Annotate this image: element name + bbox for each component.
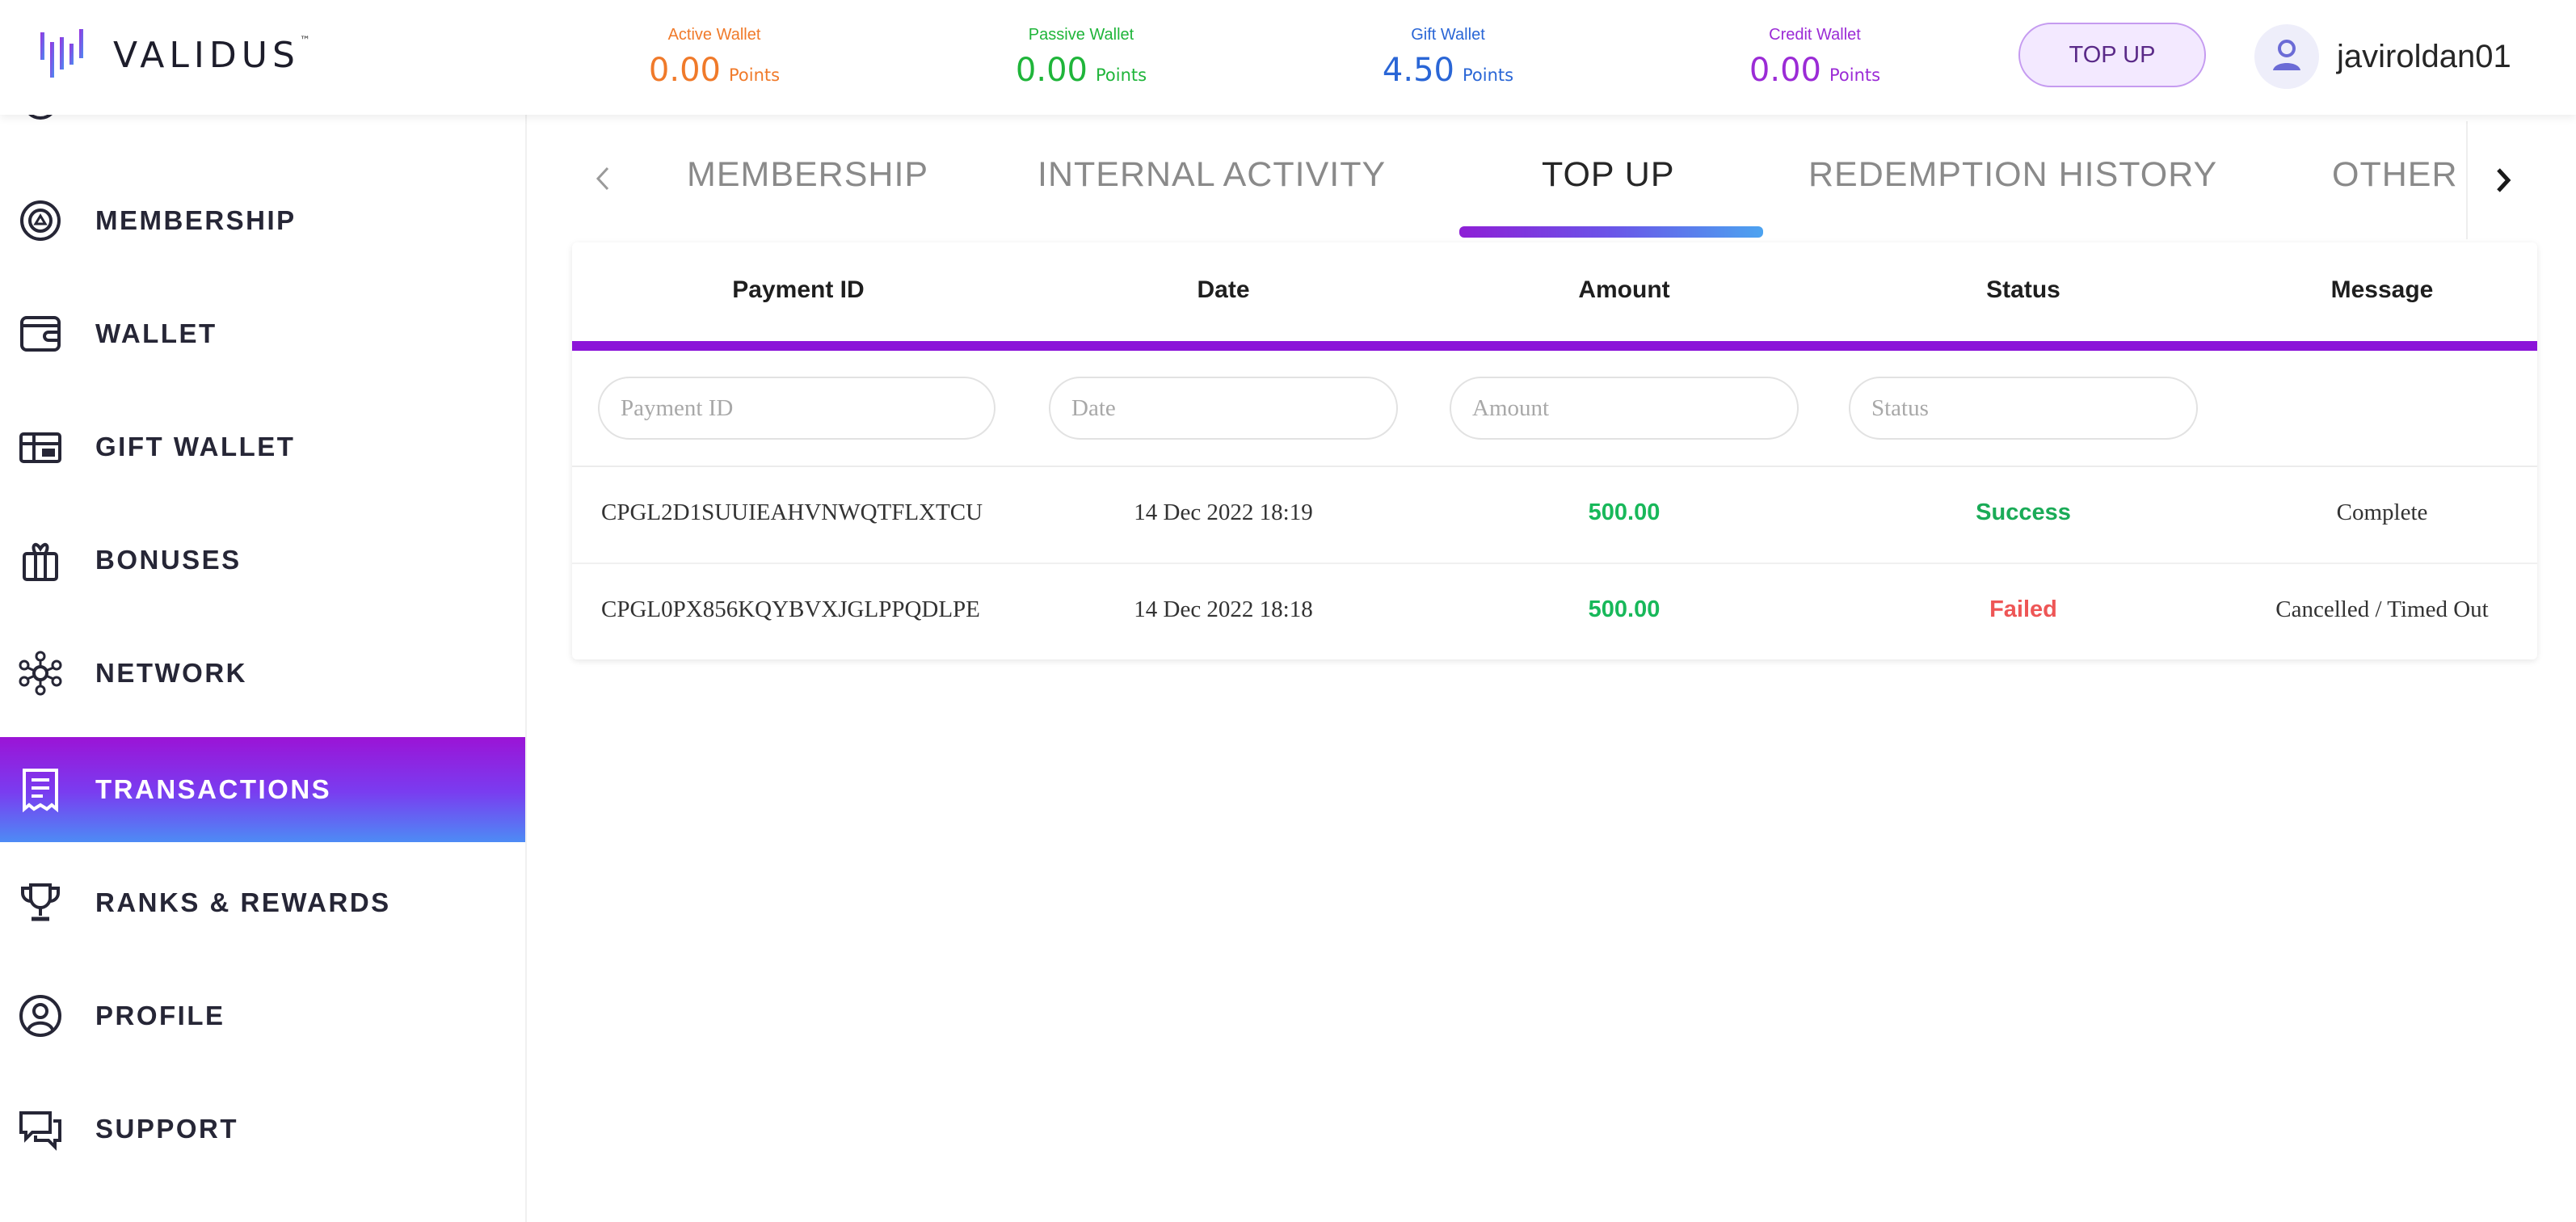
amount-cell: 500.00 bbox=[1588, 499, 1661, 525]
filter-row bbox=[572, 351, 2537, 467]
message-cell: Cancelled / Timed Out bbox=[2275, 596, 2489, 622]
tabs-scroll-right-button[interactable] bbox=[2466, 121, 2539, 239]
column-header-payment-id[interactable]: Payment ID bbox=[677, 276, 920, 304]
chat-support-icon bbox=[18, 1106, 63, 1152]
membership-icon bbox=[18, 198, 63, 243]
trademark: ™ bbox=[299, 34, 315, 47]
date-cell: 14 Dec 2022 18:19 bbox=[1134, 499, 1313, 525]
column-header-date[interactable]: Date bbox=[1102, 276, 1345, 304]
sidebar-item-label: GIFT WALLET bbox=[95, 432, 296, 461]
wallet-value-line: 0.00 Points bbox=[609, 52, 819, 94]
sidebar-item-label: MEMBERSHIP bbox=[95, 205, 297, 235]
message-cell: Complete bbox=[2336, 499, 2428, 525]
brand-name: VALIDUS™ bbox=[113, 34, 315, 76]
wallet-value-line: 0.00 Points bbox=[1710, 52, 1920, 94]
date-filter-input[interactable] bbox=[1049, 377, 1398, 440]
table-row[interactable]: CPGL2D1SUUIEAHVNWQTFLXTCU 14 Dec 2022 18… bbox=[572, 467, 2537, 564]
wallet-value: 0.00 bbox=[1015, 52, 1088, 89]
sidebar: MEMBERSHIP WALLET GIFT WALLET BONUSES NE… bbox=[0, 0, 527, 1222]
wallet-label: Passive Wallet bbox=[1028, 26, 1134, 44]
credit-wallet[interactable]: Credit Wallet 0.00 Points bbox=[1710, 24, 1920, 94]
sidebar-item-label: TRANSACTIONS bbox=[95, 774, 332, 804]
payment-id-cell: CPGL2D1SUUIEAHVNWQTFLXTCU bbox=[601, 499, 983, 525]
sidebar-item-label: NETWORK bbox=[95, 658, 247, 688]
wallet-label: Active Wallet bbox=[667, 26, 761, 44]
sidebar-item-label: PROFILE bbox=[95, 1001, 225, 1030]
username: javiroldan01 bbox=[2337, 38, 2511, 74]
brand-logo[interactable]: VALIDUS™ bbox=[37, 24, 315, 86]
sidebar-item-bonuses[interactable]: BONUSES bbox=[0, 508, 525, 613]
sidebar-item-wallet[interactable]: WALLET bbox=[0, 281, 525, 386]
amount-cell: 500.00 bbox=[1588, 596, 1661, 622]
network-icon bbox=[18, 651, 63, 696]
sidebar-item-transactions[interactable]: TRANSACTIONS bbox=[0, 737, 525, 842]
header-divider bbox=[572, 341, 2537, 351]
column-header-status[interactable]: Status bbox=[1902, 276, 2145, 304]
date-cell: 14 Dec 2022 18:18 bbox=[1134, 596, 1313, 622]
user-circle-icon bbox=[18, 993, 63, 1039]
table-row[interactable]: CPGL0PX856KQYBVXJGLPPQDLPE 14 Dec 2022 1… bbox=[572, 564, 2537, 659]
avatar bbox=[2254, 24, 2319, 89]
wallet-value: 0.00 bbox=[648, 52, 721, 89]
wallet-icon bbox=[18, 311, 63, 356]
amount-filter-input[interactable] bbox=[1450, 377, 1799, 440]
logo-mark-icon bbox=[40, 29, 83, 78]
gift-wallet[interactable]: Gift Wallet 4.50 Points bbox=[1343, 24, 1553, 94]
trophy-icon bbox=[18, 880, 63, 925]
sidebar-item-label: WALLET bbox=[95, 318, 217, 348]
user-icon bbox=[2273, 40, 2300, 70]
sidebar-item-profile[interactable]: PROFILE bbox=[0, 963, 525, 1068]
wallet-value-line: 4.50 Points bbox=[1343, 52, 1553, 94]
sidebar-item-label: SUPPORT bbox=[95, 1114, 239, 1144]
tab-internal-activity[interactable]: INTERNAL ACTIVITY bbox=[1038, 155, 1386, 195]
top-up-table: Payment ID Date Amount Status Message CP… bbox=[572, 242, 2537, 659]
wallet-unit: Points bbox=[1095, 65, 1147, 85]
sidebar-item-label: RANKS & REWARDS bbox=[95, 887, 391, 917]
top-header: VALIDUS™ Active Wallet 0.00 Points Passiv… bbox=[0, 0, 2576, 115]
tab-top-up[interactable]: TOP UP bbox=[1542, 155, 1675, 195]
chevron-left-icon bbox=[596, 166, 609, 191]
column-header-message[interactable]: Message bbox=[2261, 276, 2503, 304]
gift-box-icon bbox=[18, 537, 63, 583]
payment-id-filter-input[interactable] bbox=[598, 377, 995, 440]
sidebar-item-network[interactable]: NETWORK bbox=[0, 621, 525, 726]
sidebar-item-membership[interactable]: MEMBERSHIP bbox=[0, 168, 525, 273]
gift-wallet-icon bbox=[18, 424, 63, 470]
wallet-value: 4.50 bbox=[1382, 52, 1454, 89]
sidebar-item-ranks-rewards[interactable]: RANKS & REWARDS bbox=[0, 850, 525, 955]
user-menu[interactable]: javiroldan01 bbox=[2254, 24, 2511, 89]
top-up-button[interactable]: TOP UP bbox=[2018, 23, 2206, 87]
tab-membership[interactable]: MEMBERSHIP bbox=[687, 155, 928, 195]
active-tab-indicator bbox=[1459, 226, 1763, 238]
wallet-label: Credit Wallet bbox=[1769, 26, 1861, 44]
wallet-unit: Points bbox=[1829, 65, 1881, 85]
active-wallet[interactable]: Active Wallet 0.00 Points bbox=[609, 24, 819, 94]
wallet-unit: Points bbox=[1462, 65, 1514, 85]
payment-id-cell: CPGL0PX856KQYBVXJGLPPQDLPE bbox=[601, 596, 980, 622]
passive-wallet[interactable]: Passive Wallet 0.00 Points bbox=[976, 24, 1186, 94]
chevron-right-icon bbox=[2497, 168, 2511, 192]
sidebar-item-label: BONUSES bbox=[95, 545, 242, 575]
status-filter-input[interactable] bbox=[1849, 377, 2198, 440]
tabs-scroll-left-button[interactable] bbox=[583, 158, 624, 199]
tab-redemption-history[interactable]: REDEMPTION HISTORY bbox=[1808, 155, 2217, 195]
sidebar-item-support[interactable]: SUPPORT bbox=[0, 1077, 525, 1182]
wallet-label: Gift Wallet bbox=[1411, 26, 1485, 44]
wallet-value: 0.00 bbox=[1749, 52, 1821, 89]
status-cell: Failed bbox=[1989, 596, 2057, 622]
wallet-unit: Points bbox=[728, 65, 781, 85]
tab-other[interactable]: OTHER bbox=[2332, 155, 2458, 195]
status-cell: Success bbox=[1976, 499, 2071, 525]
table-header: Payment ID Date Amount Status Message bbox=[572, 242, 2537, 341]
wallet-value-line: 0.00 Points bbox=[976, 52, 1186, 94]
sidebar-item-gift-wallet[interactable]: GIFT WALLET bbox=[0, 394, 525, 499]
receipt-icon bbox=[18, 767, 63, 812]
column-header-amount[interactable]: Amount bbox=[1503, 276, 1745, 304]
